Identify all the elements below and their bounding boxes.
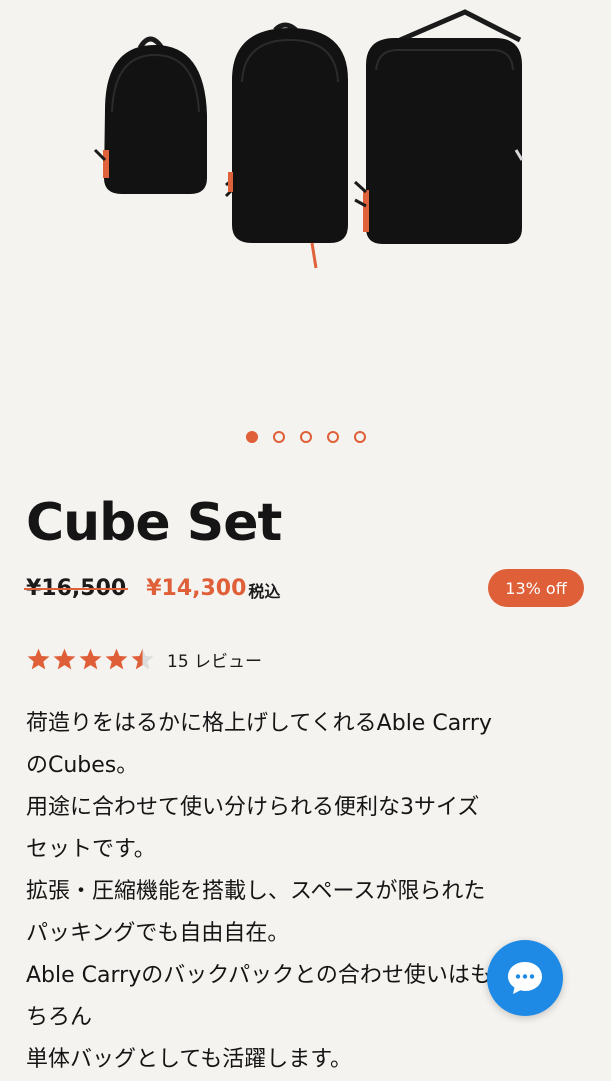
product-title: Cube Set [26,493,282,553]
star-icon [79,648,102,669]
carousel-dot[interactable] [245,431,258,443]
small-cube-image [93,36,207,194]
star-icon [53,648,76,669]
medium-cube-image [224,22,348,269]
description-line: セットです。 [26,837,156,862]
carousel-pagination [0,431,611,443]
large-cube-image [353,9,524,244]
product-image-cube-set [93,9,524,269]
description-line: のCubes。 [26,753,139,778]
chat-button[interactable] [487,940,563,1016]
star-rating [26,647,155,672]
review-count: 15 レビュー [167,647,262,672]
carousel-dot[interactable] [353,431,366,443]
tax-included-label: 税込 [248,582,281,601]
rating-summary[interactable]: 15 レビュー [26,643,262,675]
description-line: 拡張・圧縮機能を搭載し、スペースが限られた [26,879,486,904]
description-line: 単体バッグとしても活躍します。 [26,1047,353,1072]
star-icon [105,648,128,669]
discount-badge: 13% off [488,569,584,607]
sale-price: ¥14,300 [146,575,247,601]
chat-bubble-icon [508,962,542,994]
carousel-dot[interactable] [326,431,339,443]
star-icon [27,648,50,669]
description-line: 用途に合わせて使い分けられる便利な3サイズ [26,795,480,820]
original-price: ¥16,500 [23,575,129,601]
product-description: 荷造りをはるかに格上げしてくれるAble Carry のCubes。 用途に合わ… [26,703,586,1081]
review-count-number: 15 [167,651,189,672]
review-count-label: レビュー [194,651,263,672]
carousel-dot[interactable] [299,431,312,443]
description-line: 荷造りをはるかに格上げしてくれるAble Carry [26,711,492,736]
star-icon [131,648,154,669]
carousel-dot[interactable] [272,431,285,443]
product-image-gallery[interactable] [0,0,611,420]
